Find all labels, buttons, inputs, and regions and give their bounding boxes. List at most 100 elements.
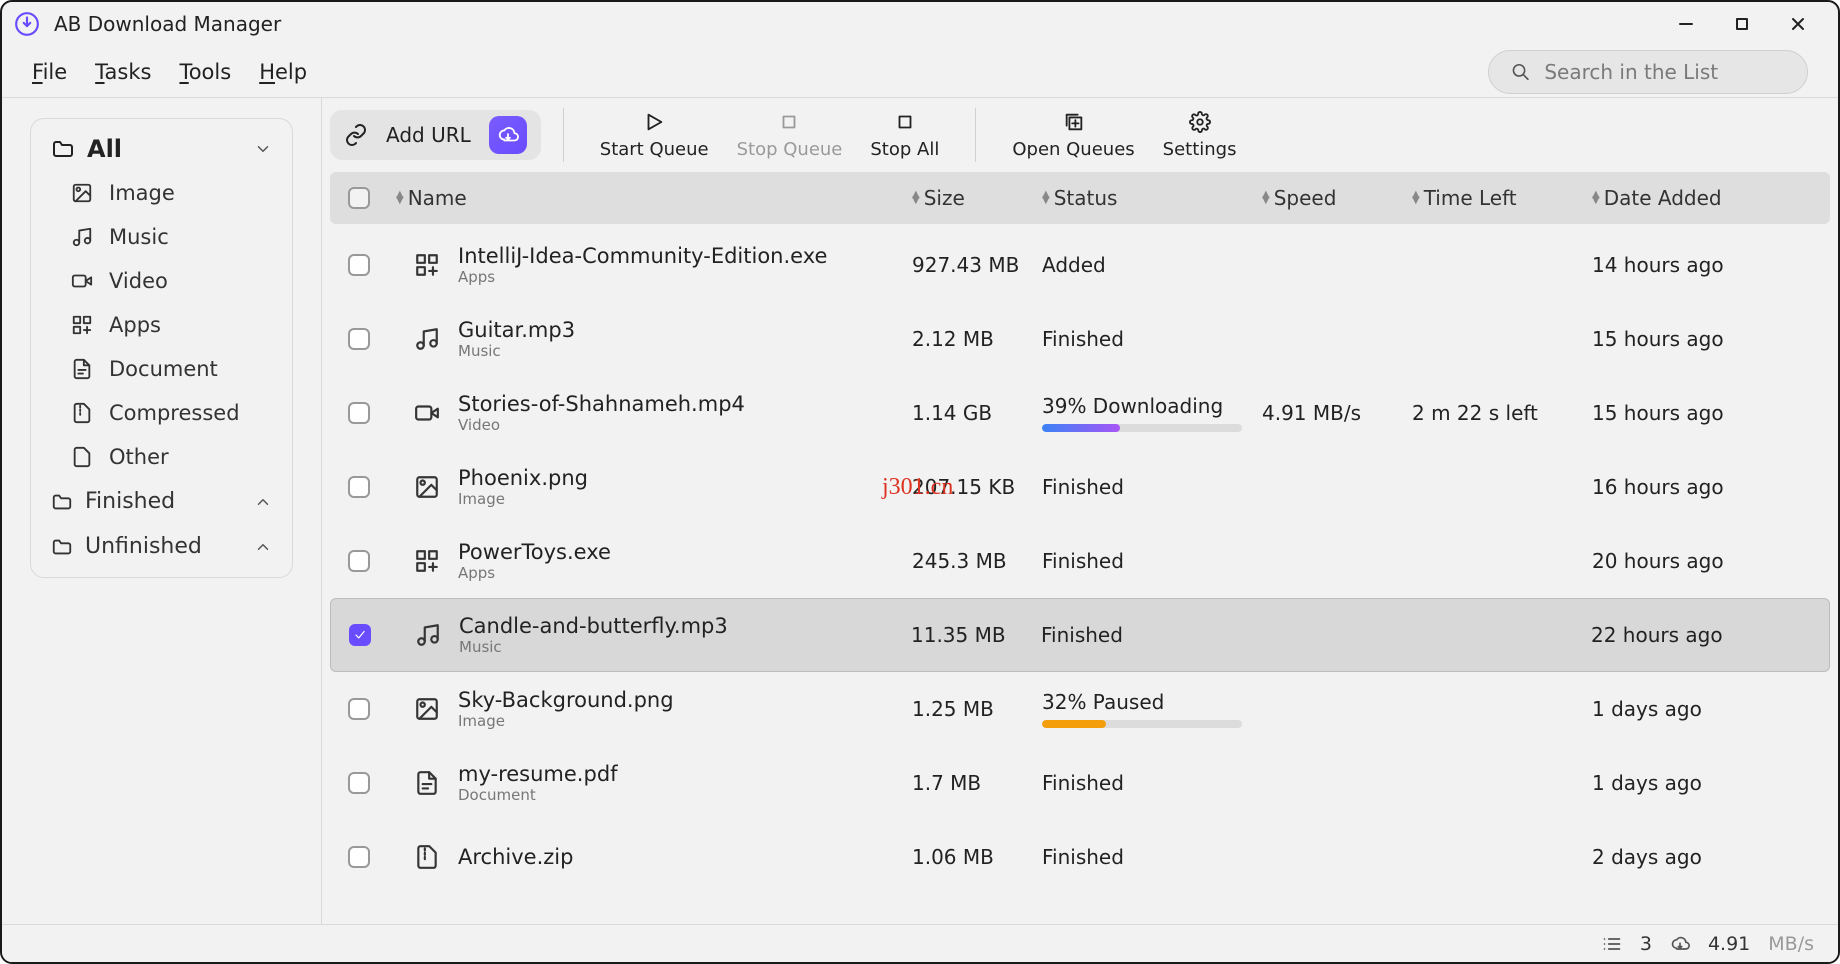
row-status: Finished — [1042, 475, 1124, 499]
row-status: 39% Downloading — [1042, 394, 1242, 418]
status-speed: 4.91 — [1708, 933, 1750, 955]
sidebar-item-video[interactable]: Video — [31, 259, 292, 303]
row-checkbox[interactable] — [348, 550, 370, 572]
row-category: Music — [458, 342, 575, 360]
row-date-added: 1 days ago — [1592, 771, 1812, 795]
table-row[interactable]: Guitar.mp3Music2.12 MBFinished15 hours a… — [330, 302, 1830, 376]
search-field[interactable] — [1488, 50, 1808, 94]
row-speed: 4.91 MB/s — [1262, 401, 1412, 425]
stop-icon — [894, 111, 916, 133]
row-status: 32% Paused — [1042, 690, 1242, 714]
sidebar-item-music[interactable]: Music — [31, 215, 292, 259]
sidebar-item-image[interactable]: Image — [31, 171, 292, 215]
menu-help[interactable]: Help — [259, 60, 307, 84]
start-queue-button[interactable]: Start Queue — [586, 111, 723, 160]
row-size: 1.14 GB — [912, 401, 1042, 425]
sidebar-item-other[interactable]: Other — [31, 435, 292, 479]
image-icon — [414, 474, 440, 500]
row-size: 1.06 MB — [912, 845, 1042, 869]
stop-queue-button[interactable]: Stop Queue — [723, 111, 857, 160]
sidebar-group: All Image Music Video Apps Document Comp… — [30, 118, 293, 578]
menu-tasks[interactable]: Tasks — [95, 60, 151, 84]
row-date-added: 20 hours ago — [1592, 549, 1812, 573]
app-logo-icon — [14, 11, 40, 37]
table-row[interactable]: IntelliJ-Idea-Community-Edition.exeApps9… — [330, 228, 1830, 302]
column-time-left[interactable]: ▲▼Time Left — [1412, 186, 1592, 210]
download-speed-icon — [1670, 934, 1690, 954]
column-speed[interactable]: ▲▼Speed — [1262, 186, 1412, 210]
column-status[interactable]: ▲▼Status — [1042, 186, 1262, 210]
row-checkbox[interactable] — [349, 624, 371, 646]
menu-file[interactable]: File — [32, 60, 67, 84]
music-icon — [71, 226, 93, 248]
app-title: AB Download Manager — [54, 12, 281, 36]
row-filename: Archive.zip — [458, 845, 573, 869]
toolbar: Add URL Start Queue Stop Queue Stop All … — [322, 108, 1838, 172]
main-panel: Add URL Start Queue Stop Queue Stop All … — [322, 98, 1838, 924]
sidebar-item-document[interactable]: Document — [31, 347, 292, 391]
menu-file-label: ile — [43, 60, 68, 84]
row-filename: Sky-Background.png — [458, 688, 674, 712]
table-row[interactable]: Stories-of-Shahnameh.mp4Video1.14 GB39% … — [330, 376, 1830, 450]
table-header: ▲▼Name ▲▼Size ▲▼Status ▲▼Speed ▲▼Time Le… — [330, 172, 1830, 224]
sidebar-all-label: All — [87, 135, 122, 163]
minimize-button[interactable] — [1658, 4, 1714, 44]
row-size: 207.15 KB — [912, 475, 1042, 499]
status-speed-unit: MB/s — [1768, 933, 1814, 955]
sidebar-item-compressed[interactable]: Compressed — [31, 391, 292, 435]
row-checkbox[interactable] — [348, 698, 370, 720]
row-size: 11.35 MB — [911, 623, 1041, 647]
close-button[interactable] — [1770, 4, 1826, 44]
table-row[interactable]: Candle-and-butterfly.mp3Music11.35 MBFin… — [330, 598, 1830, 672]
row-date-added: 14 hours ago — [1592, 253, 1812, 277]
chevron-up-icon — [254, 538, 272, 556]
document-icon — [414, 770, 440, 796]
row-status: Finished — [1042, 771, 1124, 795]
image-icon — [414, 696, 440, 722]
row-checkbox[interactable] — [348, 476, 370, 498]
sidebar-finished[interactable]: Finished — [31, 479, 292, 524]
table-row[interactable]: Phoenix.pngImage207.15 KBFinished16 hour… — [330, 450, 1830, 524]
compressed-icon — [414, 844, 440, 870]
status-count: 3 — [1640, 933, 1652, 955]
column-size[interactable]: ▲▼Size — [912, 186, 1042, 210]
row-checkbox[interactable] — [348, 328, 370, 350]
menu-tools[interactable]: Tools — [179, 60, 231, 84]
sidebar-item-apps[interactable]: Apps — [31, 303, 292, 347]
add-url-button[interactable]: Add URL — [330, 110, 541, 160]
cloud-download-icon — [489, 116, 527, 154]
table-row[interactable]: Sky-Background.pngImage1.25 MB32% Paused… — [330, 672, 1830, 746]
row-checkbox[interactable] — [348, 846, 370, 868]
column-date-added[interactable]: ▲▼Date Added — [1592, 186, 1812, 210]
open-queues-button[interactable]: Open Queues — [998, 111, 1148, 160]
row-checkbox[interactable] — [348, 402, 370, 424]
link-icon — [344, 123, 368, 147]
folder-icon — [51, 137, 75, 161]
progress-bar — [1042, 424, 1242, 432]
row-checkbox[interactable] — [348, 254, 370, 276]
table-row[interactable]: Archive.zip1.06 MBFinished2 days ago — [330, 820, 1830, 894]
folder-icon — [51, 536, 73, 558]
row-checkbox[interactable] — [348, 772, 370, 794]
table-row[interactable]: my-resume.pdfDocument1.7 MBFinished1 day… — [330, 746, 1830, 820]
search-input[interactable] — [1544, 60, 1785, 84]
stop-icon — [778, 111, 800, 133]
music-icon — [415, 622, 441, 648]
row-filename: Candle-and-butterfly.mp3 — [459, 614, 728, 638]
row-date-added: 15 hours ago — [1592, 327, 1812, 351]
menubar: File Tasks Tools Help — [2, 46, 1838, 98]
sidebar-unfinished[interactable]: Unfinished — [31, 524, 292, 569]
sidebar-all[interactable]: All — [31, 127, 292, 171]
sidebar: All Image Music Video Apps Document Comp… — [2, 98, 322, 924]
row-date-added: 15 hours ago — [1592, 401, 1812, 425]
row-date-added: 22 hours ago — [1591, 623, 1811, 647]
select-all-checkbox[interactable] — [348, 187, 370, 209]
stop-all-button[interactable]: Stop All — [856, 111, 953, 160]
table-row[interactable]: PowerToys.exeApps245.3 MBFinished20 hour… — [330, 524, 1830, 598]
play-icon — [643, 111, 665, 133]
maximize-button[interactable] — [1714, 4, 1770, 44]
settings-button[interactable]: Settings — [1149, 111, 1251, 160]
row-filename: my-resume.pdf — [458, 762, 618, 786]
column-name[interactable]: ▲▼Name — [396, 186, 912, 210]
video-icon — [414, 400, 440, 426]
